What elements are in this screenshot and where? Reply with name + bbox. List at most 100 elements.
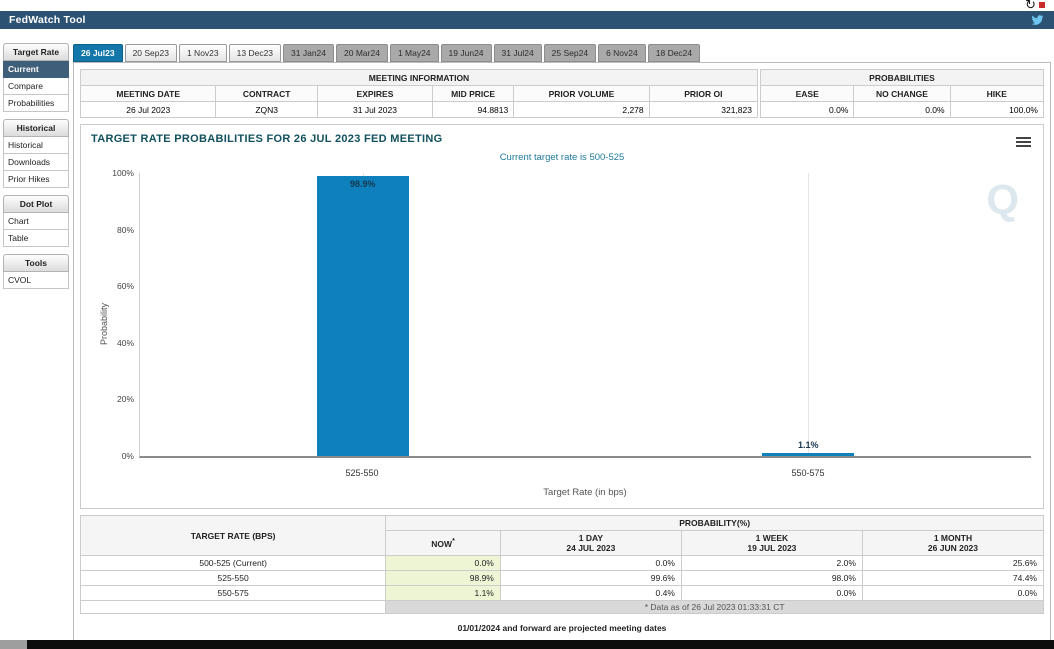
- mid-price-value: 94.8813: [432, 101, 515, 118]
- col-1-week: 1 WEEK 19 JUL 2023: [680, 530, 863, 556]
- plot-area: 0% 20% 40% 60% 80% 100% Q 98.9% 1.1%: [112, 168, 1032, 461]
- bar-525-550: [316, 176, 409, 456]
- y-tick-100: 100%: [112, 168, 134, 178]
- col-mid-price: MID PRICE: [432, 85, 515, 102]
- sidebar-header-historical: Historical: [3, 119, 69, 137]
- sidebar-item-table[interactable]: Table: [3, 230, 69, 247]
- sidebar-item-cvol[interactable]: CVOL: [3, 272, 69, 289]
- notification-badge: [1039, 2, 1045, 8]
- col-now: NOW*: [385, 530, 501, 556]
- category-gridline: [808, 173, 810, 456]
- app-title: FedWatch Tool: [9, 14, 86, 26]
- month-cell: 0.0%: [861, 585, 1045, 601]
- table-row: 550-575 1.1% 0.4% 0.0% 0.0%: [79, 585, 1045, 601]
- footnote-spacer: [79, 600, 387, 614]
- day-cell: 99.6%: [499, 570, 682, 586]
- rate-cell: 500-525 (Current): [79, 555, 387, 571]
- col-prior-volume: PRIOR VOLUME: [513, 85, 650, 102]
- prior-volume-value: 2,278: [513, 101, 650, 118]
- tab-18-dec24[interactable]: 18 Dec24: [647, 44, 701, 62]
- col-contract: CONTRACT: [215, 85, 318, 102]
- titlebar: FedWatch Tool: [0, 11, 1054, 29]
- tab-1-nov23[interactable]: 1 Nov23: [178, 44, 227, 62]
- probabilities-title: PROBABILITIES: [760, 69, 1044, 86]
- chart-subtitle: Current target rate is 500-525: [499, 152, 625, 163]
- sidebar-item-compare[interactable]: Compare: [3, 78, 69, 95]
- sidebar-header-tools: Tools: [3, 254, 69, 272]
- chart-menu-icon[interactable]: [1014, 133, 1033, 151]
- twitter-icon[interactable]: [1030, 14, 1045, 26]
- contract-value: ZQN3: [215, 101, 318, 118]
- sidebar-item-downloads[interactable]: Downloads: [3, 154, 69, 171]
- tab-20-sep23[interactable]: 20 Sep23: [124, 44, 177, 62]
- week-cell: 98.0%: [680, 570, 863, 586]
- tab-13-dec23[interactable]: 13 Dec23: [228, 44, 282, 62]
- tab-6-nov24[interactable]: 6 Nov24: [598, 44, 646, 62]
- tab-20-mar24[interactable]: 20 Mar24: [336, 44, 388, 62]
- hike-value: 100.0%: [949, 101, 1045, 118]
- col-meeting-date: MEETING DATE: [79, 85, 217, 102]
- no-change-value: 0.0%: [853, 101, 951, 118]
- sidebar-section-tools: Tools CVOL: [3, 254, 69, 289]
- main-panel: MEETING INFORMATION MEETING DATE CONTRAC…: [73, 62, 1051, 641]
- corner-header-target-rate-bps: TARGET RATE (BPS): [79, 515, 387, 556]
- y-tick-40: 40%: [116, 337, 134, 348]
- col-no-change: NO CHANGE: [853, 85, 951, 102]
- rate-cell: 525-550: [79, 570, 387, 586]
- now-cell: 1.1%: [385, 585, 501, 601]
- top-strip: ↻: [0, 0, 1054, 13]
- bar-value-label-550-575: 1.1%: [797, 439, 819, 450]
- y-axis-label: Probability: [99, 302, 110, 345]
- tab-31-jan24[interactable]: 31 Jan24: [283, 44, 335, 62]
- sidebar-header-target-rate: Target Rate: [3, 43, 69, 61]
- col-prior-oi: PRIOR OI: [648, 85, 759, 102]
- fedwatch-page: ↻ FedWatch Tool Target Rate Current Comp…: [0, 0, 1054, 649]
- data-as-of-footnote: * Data as of 26 Jul 2023 01:33:31 CT: [385, 600, 1044, 614]
- x-axis-label: Target Rate (in bps): [543, 487, 627, 498]
- col-expires: EXPIRES: [316, 85, 434, 102]
- bar-550-575: [762, 452, 855, 456]
- bottom-strip: [27, 640, 1054, 649]
- meeting-information-table: MEETING INFORMATION MEETING DATE CONTRAC…: [79, 69, 759, 118]
- chart-title: TARGET RATE PROBABILITIES FOR 26 JUL 202…: [91, 133, 443, 145]
- y-tick-0: 0%: [121, 451, 134, 461]
- week-cell: 2.0%: [680, 555, 863, 571]
- col-1-day: 1 DAY 24 JUL 2023: [499, 530, 682, 556]
- meeting-date-tabs: 26 Jul23 20 Sep23 1 Nov23 13 Dec23 31 Ja…: [73, 43, 1051, 62]
- probability-history-table: TARGET RATE (BPS) PROBABILITY(%) NOW* 1 …: [79, 515, 1045, 614]
- col-1-month: 1 MONTH 26 JUN 2023: [861, 530, 1045, 556]
- y-tick-20: 20%: [116, 394, 134, 405]
- bar-value-label-525-550: 98.9%: [349, 179, 376, 190]
- tab-25-sep24[interactable]: 25 Sep24: [543, 44, 597, 62]
- sidebar-section-target-rate: Target Rate Current Compare Probabilitie…: [3, 43, 69, 112]
- bar-slot-550-575: 1.1%: [586, 173, 1032, 456]
- tab-1-may24[interactable]: 1 May24: [389, 44, 439, 62]
- month-cell: 25.6%: [861, 555, 1045, 571]
- tab-26-jul23[interactable]: 26 Jul23: [73, 44, 123, 62]
- x-category-550-575: 550-575: [791, 468, 825, 478]
- sidebar-item-prior-hikes[interactable]: Prior Hikes: [3, 171, 69, 188]
- refresh-icon[interactable]: ↻: [1025, 0, 1036, 13]
- sidebar-item-historical[interactable]: Historical: [3, 137, 69, 154]
- prior-oi-value: 321,823: [648, 101, 759, 118]
- group-header-probability: PROBABILITY(%): [385, 515, 1044, 531]
- x-category-525-550: 525-550: [345, 468, 379, 478]
- probability-chart: TARGET RATE PROBABILITIES FOR 26 JUL 202…: [80, 124, 1044, 509]
- probabilities-table: PROBABILITIES EASE NO CHANGE HIKE 0.0% 0…: [759, 69, 1045, 118]
- tab-19-jun24[interactable]: 19 Jun24: [440, 44, 492, 62]
- now-cell: 0.0%: [385, 555, 501, 571]
- table-row: 525-550 98.9% 99.6% 98.0% 74.4%: [79, 570, 1045, 586]
- bar-slot-525-550: 98.9%: [140, 173, 586, 456]
- month-cell: 74.4%: [861, 570, 1045, 586]
- sidebar-item-current[interactable]: Current: [3, 61, 69, 78]
- expires-value: 31 Jul 2023: [316, 101, 434, 118]
- day-cell: 0.4%: [499, 585, 682, 601]
- y-tick-60: 60%: [116, 281, 134, 292]
- col-ease: EASE: [759, 85, 855, 102]
- sidebar-header-dot-plot: Dot Plot: [3, 195, 69, 213]
- now-cell: 98.9%: [385, 570, 501, 586]
- sidebar-item-probabilities[interactable]: Probabilities: [3, 95, 69, 112]
- col-hike: HIKE: [949, 85, 1045, 102]
- sidebar-item-chart[interactable]: Chart: [3, 213, 69, 230]
- tab-31-jul24[interactable]: 31 Jul24: [493, 44, 542, 62]
